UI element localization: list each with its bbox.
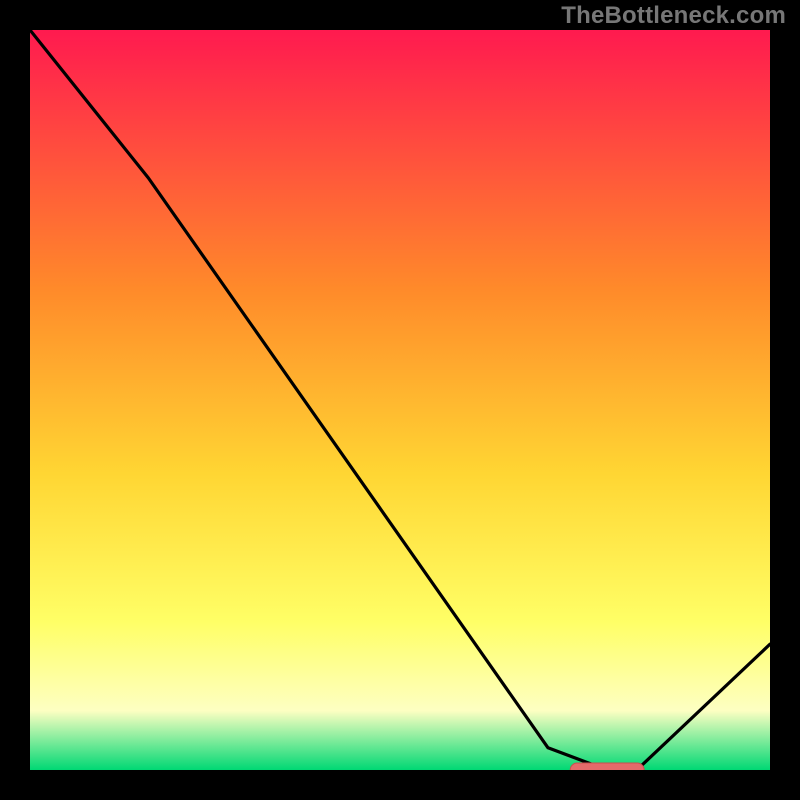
watermark-text: TheBottleneck.com bbox=[561, 2, 786, 30]
optimum-marker bbox=[570, 763, 644, 770]
bottleneck-chart bbox=[30, 30, 770, 770]
plot-area bbox=[30, 30, 770, 770]
gradient-background bbox=[30, 30, 770, 770]
chart-frame: TheBottleneck.com bbox=[0, 0, 800, 800]
